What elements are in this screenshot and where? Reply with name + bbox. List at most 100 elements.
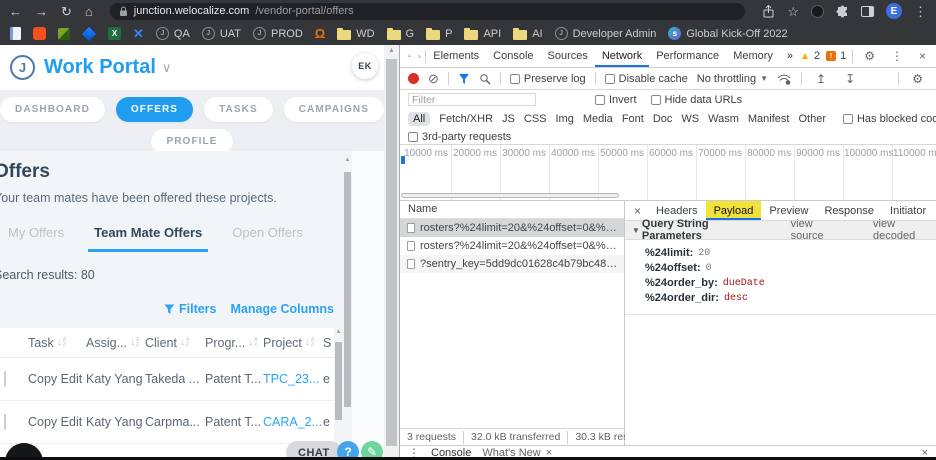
bookmark-uat[interactable]: J UAT (201, 27, 241, 40)
address-bar[interactable]: junction.welocalize.com/vendor-portal/of… (109, 2, 746, 20)
third-party-checkbox[interactable]: 3rd-party requests (408, 131, 511, 143)
network-conditions-icon[interactable] (777, 73, 792, 85)
bookmark-qa[interactable]: J QA (155, 27, 190, 40)
disable-cache-checkbox[interactable]: Disable cache (604, 73, 688, 85)
bookmark-developer-admin[interactable]: J Developer Admin (554, 27, 656, 40)
bookmark-folder-p[interactable]: P (426, 27, 452, 40)
chip-all[interactable]: All (408, 112, 431, 126)
tab-console[interactable]: Console (486, 45, 540, 67)
chip-manifest[interactable]: Manifest (748, 113, 790, 125)
chip-other[interactable]: Other (798, 113, 826, 125)
checkbox-icon[interactable] (408, 131, 418, 142)
nav-offers[interactable]: OFFERS (115, 97, 194, 122)
row-checkbox[interactable] (4, 371, 6, 387)
nav-dashboard[interactable]: DASHBOARD (0, 97, 105, 122)
bookmark-folder-g[interactable]: G (386, 27, 414, 40)
browser-menu-icon[interactable]: ⋮ (914, 5, 927, 18)
filter-input[interactable] (408, 93, 536, 106)
devtools-menu-icon[interactable]: ⋮ (886, 50, 908, 62)
settings-gear-icon[interactable]: ⚙ (859, 50, 880, 62)
record-icon[interactable] (408, 73, 419, 84)
clear-icon[interactable]: ⊘ (428, 72, 439, 85)
import-har-icon[interactable]: ↥ (811, 73, 831, 85)
bookmark-folder-api[interactable]: API (464, 27, 501, 40)
scroll-up-icon[interactable]: ▲ (334, 329, 343, 335)
jira-diamond-icon[interactable] (81, 26, 97, 41)
panel-scrollbar[interactable]: ▲ (343, 156, 352, 458)
home-icon[interactable]: ⌂ (85, 5, 93, 18)
back-icon[interactable]: ← (9, 5, 22, 18)
table-row[interactable]: Copy Edit Katy Yang Takeda ... Patent T.… (0, 358, 352, 401)
close-detail-icon[interactable]: × (627, 204, 648, 218)
throttling-select[interactable]: No throttling ▼ (697, 73, 768, 85)
tab-team-mate-offers[interactable]: Team Mate Offers (88, 225, 209, 252)
table-scrollbar[interactable]: ▲ (334, 328, 343, 458)
bookmark-folder-wd[interactable]: WD (337, 27, 375, 40)
sort-icon[interactable]: ↓ A Z (248, 337, 257, 348)
timeline-overview[interactable]: 10000 ms 20000 ms 30000 ms 40000 ms 5000… (400, 145, 936, 201)
issues-badge[interactable]: ! 1 (826, 50, 846, 62)
chip-wasm[interactable]: Wasm (708, 113, 739, 125)
bookmark-prod[interactable]: J PROD (253, 27, 303, 40)
tab-performance[interactable]: Performance (649, 45, 726, 67)
scroll-up-icon[interactable]: ▲ (343, 157, 352, 163)
sort-icon[interactable]: ↓ A Z (57, 337, 66, 348)
bookmark-global-kickoff[interactable]: s Global Kick-Off 2022 (668, 27, 788, 40)
checkbox-icon[interactable] (509, 73, 520, 84)
scrollbar-thumb[interactable] (344, 172, 351, 407)
preserve-log-checkbox[interactable]: Preserve log (509, 73, 586, 85)
scrollbar-thumb[interactable] (335, 342, 342, 420)
row-checkbox[interactable] (4, 414, 6, 430)
side-panel-icon[interactable] (861, 5, 874, 17)
tab-sources[interactable]: Sources (541, 45, 595, 67)
project-link[interactable]: TPC_23... (263, 372, 323, 386)
bookmark-star-icon[interactable]: ☆ (787, 5, 799, 18)
chip-font[interactable]: Font (622, 113, 644, 125)
document-icon[interactable] (10, 27, 21, 40)
invert-checkbox[interactable]: Invert (595, 94, 637, 106)
request-row[interactable]: ?sentry_key=5dd9dc01628c4b79bc48a3ac2e2f… (400, 255, 624, 273)
blocked-cookies-checkbox[interactable]: Has blocked cookies (842, 113, 936, 125)
chip-js[interactable]: JS (502, 113, 515, 125)
tab-network[interactable]: Network (595, 45, 649, 67)
chip-ws[interactable]: WS (681, 113, 699, 125)
orange-app-icon[interactable] (33, 27, 46, 40)
filter-funnel-icon[interactable] (458, 73, 470, 85)
warnings-badge[interactable]: ▲ 2 (800, 50, 820, 62)
scrollbar-thumb[interactable] (386, 59, 397, 446)
tab-open-offers[interactable]: Open Offers (232, 225, 303, 252)
tab-my-offers[interactable]: My Offers (8, 225, 64, 252)
profile-avatar[interactable]: E (886, 3, 902, 19)
inspect-icon[interactable] (408, 49, 411, 63)
chip-fetch-xhr[interactable]: Fetch/XHR (439, 113, 493, 125)
chip-doc[interactable]: Doc (653, 113, 673, 125)
more-tabs-icon[interactable]: » (780, 45, 800, 67)
request-row[interactable]: rosters?%24limit=20&%24offset=0&%24order… (400, 237, 624, 255)
device-toolbar-icon[interactable] (418, 50, 422, 63)
collapse-caret-icon[interactable]: ▼ (632, 226, 640, 235)
person-icon[interactable]: Ω (315, 27, 325, 40)
project-link[interactable]: CARA_2... (263, 415, 323, 429)
export-har-icon[interactable]: ↧ (840, 73, 860, 85)
checkbox-icon[interactable] (595, 94, 605, 105)
bookmark-folder-ai[interactable]: AI (513, 27, 543, 40)
sort-icon[interactable]: ↓ A Z (305, 337, 314, 348)
network-settings-gear-icon[interactable]: ⚙ (907, 73, 928, 85)
timeline-scrollbar[interactable] (401, 193, 619, 198)
chevron-down-icon[interactable]: ∨ (162, 60, 172, 76)
tab-memory[interactable]: Memory (726, 45, 780, 67)
sort-icon[interactable]: ↓ A Z (180, 337, 189, 348)
extension-icon[interactable] (811, 4, 824, 18)
chip-css[interactable]: CSS (524, 113, 547, 125)
scroll-up-icon[interactable]: ▲ (384, 47, 399, 54)
close-devtools-icon[interactable]: × (914, 50, 931, 62)
view-source-link[interactable]: view source (791, 218, 845, 242)
forward-icon[interactable]: → (35, 5, 48, 18)
query-string-section-header[interactable]: ▼ Query String Parameters view source vie… (625, 218, 936, 242)
manage-columns-link[interactable]: Manage Columns (231, 302, 335, 316)
tab-elements[interactable]: Elements (426, 45, 486, 67)
table-row[interactable]: Copy Edit Katy Yang Carpma... Patent T..… (0, 401, 352, 444)
filters-link[interactable]: Filters (164, 302, 217, 316)
excel-icon[interactable]: X (108, 27, 121, 40)
chip-media[interactable]: Media (583, 113, 613, 125)
